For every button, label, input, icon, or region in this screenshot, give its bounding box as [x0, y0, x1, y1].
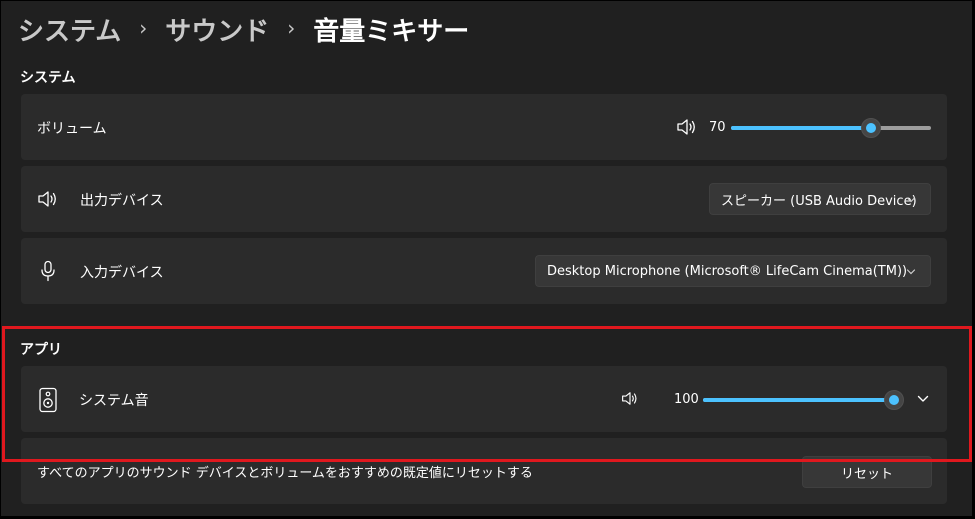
system-sounds-slider-fill: [703, 398, 894, 402]
volume-card: ボリューム 70: [21, 94, 947, 160]
speaker-icon[interactable]: [676, 117, 698, 137]
chevron-down-icon: [906, 269, 916, 275]
breadcrumb-system[interactable]: システム: [18, 11, 121, 48]
page-title: 音量ミキサー: [313, 16, 470, 47]
reset-button[interactable]: リセット: [802, 456, 932, 488]
output-device-card: 出力デバイス スピーカー (USB Audio Device): [21, 166, 947, 232]
volume-value: 70: [709, 120, 726, 135]
microphone-icon: [41, 260, 55, 282]
volume-label: ボリューム: [37, 121, 107, 137]
breadcrumb-separator: ›: [139, 16, 148, 40]
chevron-down-icon[interactable]: [917, 394, 929, 404]
output-device-dropdown[interactable]: スピーカー (USB Audio Device): [709, 183, 931, 215]
chevron-down-icon: [906, 197, 916, 203]
system-sounds-slider-thumb[interactable]: [884, 390, 904, 410]
output-device-label: 出力デバイス: [80, 193, 164, 209]
input-device-dropdown[interactable]: Desktop Microphone (Microsoft® LifeCam C…: [535, 255, 931, 287]
system-sounds-volume-value: 100: [674, 392, 699, 407]
apps-section-heading: アプリ: [20, 342, 62, 358]
volume-slider-thumb[interactable]: [861, 118, 881, 138]
volume-slider-fill: [731, 126, 871, 130]
breadcrumb-sound[interactable]: サウンド: [165, 11, 269, 48]
breadcrumb-separator: ›: [287, 16, 296, 40]
volume-slider[interactable]: [731, 118, 931, 138]
output-device-selected: スピーカー (USB Audio Device): [721, 193, 917, 209]
input-device-label: 入力デバイス: [80, 265, 164, 281]
system-section-heading: システム: [20, 70, 76, 86]
reset-card: すべてのアプリのサウンド デバイスとボリュームをおすすめの既定値にリセットする …: [21, 438, 947, 504]
speaker-icon[interactable]: [621, 390, 639, 407]
volume-mixer-window: システム › サウンド › 音量ミキサー システム ボリューム 70 出力デバイ…: [1, 1, 972, 516]
breadcrumb: システム › サウンド › 音量ミキサー: [18, 9, 469, 49]
speaker-icon: [38, 191, 56, 207]
reset-description: すべてのアプリのサウンド デバイスとボリュームをおすすめの既定値にリセットする: [37, 466, 533, 481]
input-device-card: 入力デバイス Desktop Microphone (Microsoft® Li…: [21, 238, 947, 304]
system-sounds-volume-slider[interactable]: [703, 390, 904, 410]
input-device-selected: Desktop Microphone (Microsoft® LifeCam C…: [547, 263, 908, 279]
system-sounds-label: システム音: [79, 393, 149, 409]
system-sounds-speaker-icon: [39, 387, 57, 413]
system-sounds-card[interactable]: システム音 100: [21, 366, 947, 432]
